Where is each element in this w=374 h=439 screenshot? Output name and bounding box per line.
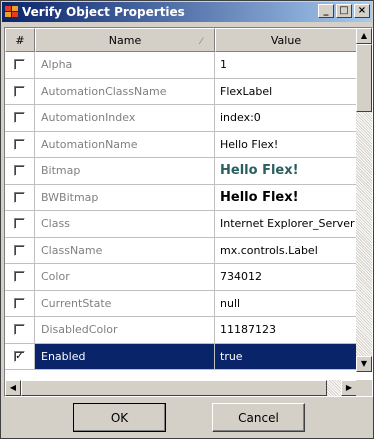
row-checkbox[interactable] bbox=[14, 244, 25, 256]
table-row[interactable]: AutomationName Hello Flex! bbox=[5, 131, 357, 158]
row-check-cell bbox=[5, 52, 35, 78]
property-name: Enabled bbox=[35, 343, 215, 369]
property-name: CurrentState bbox=[35, 290, 215, 316]
minimize-button[interactable]: _ bbox=[318, 4, 334, 18]
properties-grid: # Name ⁄ Value Alpha 1 AutomationClassName… bbox=[4, 27, 373, 397]
row-checkbox[interactable]: ✓ bbox=[14, 350, 25, 362]
row-checkbox[interactable] bbox=[14, 271, 25, 283]
window-title: Verify Object Properties bbox=[22, 5, 185, 19]
property-value: FlexLabel bbox=[220, 84, 273, 98]
row-check-cell: ✓ bbox=[5, 343, 35, 369]
vertical-scroll-thumb[interactable] bbox=[356, 44, 372, 112]
property-value: Hello Flex! bbox=[220, 163, 299, 179]
header-check-column[interactable]: # bbox=[5, 28, 35, 52]
row-checkbox[interactable] bbox=[14, 324, 25, 336]
table-row[interactable]: Bitmap Hello Flex! bbox=[5, 158, 357, 185]
property-value: Hello Flex! bbox=[220, 189, 299, 205]
property-name: DisabledColor bbox=[35, 317, 215, 343]
header-name-label: Name bbox=[108, 33, 142, 47]
scroll-up-button[interactable]: ▲ bbox=[356, 28, 372, 44]
property-value: true bbox=[220, 349, 243, 363]
header-name-column[interactable]: Name ⁄ bbox=[35, 28, 215, 52]
horizontal-scrollbar[interactable]: ◀ ▶ bbox=[5, 380, 357, 396]
table-row[interactable]: ClassName mx.controls.Label bbox=[5, 237, 357, 264]
vertical-scrollbar[interactable]: ▲ ▼ bbox=[356, 28, 372, 372]
table-row[interactable]: DisabledColor 11187123 bbox=[5, 317, 357, 344]
row-checkbox[interactable] bbox=[14, 297, 25, 309]
property-name: Class bbox=[35, 211, 215, 237]
property-name: AutomationName bbox=[35, 131, 215, 157]
row-checkbox[interactable] bbox=[14, 112, 25, 124]
row-checkbox[interactable] bbox=[14, 138, 25, 150]
property-value: null bbox=[220, 296, 241, 310]
horizontal-scroll-thumb[interactable] bbox=[21, 380, 327, 396]
cancel-button[interactable]: Cancel bbox=[212, 403, 305, 432]
row-check-cell bbox=[5, 184, 35, 210]
property-name: AutomationClassName bbox=[35, 78, 215, 104]
table-row[interactable]: AutomationClassName FlexLabel bbox=[5, 78, 357, 105]
row-check-cell bbox=[5, 237, 35, 263]
property-name: BWBitmap bbox=[35, 184, 215, 210]
property-value: index:0 bbox=[220, 111, 261, 125]
property-value: Internet Explorer_Server bbox=[220, 217, 355, 231]
scroll-left-button[interactable]: ◀ bbox=[5, 380, 21, 396]
row-checkbox[interactable] bbox=[14, 191, 25, 203]
property-value: 734012 bbox=[220, 270, 262, 284]
row-check-cell bbox=[5, 317, 35, 343]
row-check-cell bbox=[5, 158, 35, 184]
row-checkbox[interactable] bbox=[14, 165, 25, 177]
row-check-cell bbox=[5, 105, 35, 131]
property-value: 1 bbox=[220, 58, 227, 72]
table-row[interactable]: Color 734012 bbox=[5, 264, 357, 291]
property-value: mx.controls.Label bbox=[220, 243, 318, 257]
row-check-cell bbox=[5, 290, 35, 316]
scroll-right-button[interactable]: ▶ bbox=[341, 380, 357, 396]
row-check-cell bbox=[5, 264, 35, 290]
grid-header: # Name ⁄ Value bbox=[5, 28, 357, 52]
property-name: Bitmap bbox=[35, 158, 215, 184]
table-row[interactable]: Class Internet Explorer_Server bbox=[5, 211, 357, 238]
table-row[interactable]: CurrentState null bbox=[5, 290, 357, 317]
table-row[interactable]: BWBitmap Hello Flex! bbox=[5, 184, 357, 211]
header-value-column[interactable]: Value bbox=[215, 28, 357, 52]
row-checkbox[interactable] bbox=[14, 218, 25, 230]
table-row[interactable]: Alpha 1 bbox=[5, 52, 357, 79]
ok-button[interactable]: OK bbox=[73, 403, 166, 432]
row-check-cell bbox=[5, 78, 35, 104]
row-check-cell bbox=[5, 211, 35, 237]
sort-ascending-icon: ⁄ bbox=[200, 37, 202, 47]
table-row[interactable]: AutomationIndex index:0 bbox=[5, 105, 357, 132]
scroll-down-button[interactable]: ▼ bbox=[356, 356, 372, 372]
row-check-cell bbox=[5, 131, 35, 157]
property-name: Alpha bbox=[35, 52, 215, 78]
property-name: ClassName bbox=[35, 237, 215, 263]
verify-properties-dialog: Verify Object Properties _ □ × # Name ⁄ … bbox=[0, 0, 374, 439]
title-bar[interactable]: Verify Object Properties _ □ × bbox=[2, 2, 372, 22]
row-checkbox[interactable] bbox=[14, 85, 25, 97]
row-checkbox[interactable] bbox=[14, 59, 25, 71]
property-name: Color bbox=[35, 264, 215, 290]
maximize-button[interactable]: □ bbox=[336, 4, 352, 18]
close-button[interactable]: × bbox=[354, 4, 370, 18]
scrollbar-corner bbox=[356, 380, 372, 396]
property-value: 11187123 bbox=[220, 323, 276, 337]
app-icon bbox=[5, 6, 19, 18]
property-value: Hello Flex! bbox=[220, 137, 279, 151]
grid-rows: Alpha 1 AutomationClassName FlexLabel Automa… bbox=[5, 52, 357, 370]
table-row[interactable]: ✓ Enabled true bbox=[5, 343, 357, 370]
property-name: AutomationIndex bbox=[35, 105, 215, 131]
